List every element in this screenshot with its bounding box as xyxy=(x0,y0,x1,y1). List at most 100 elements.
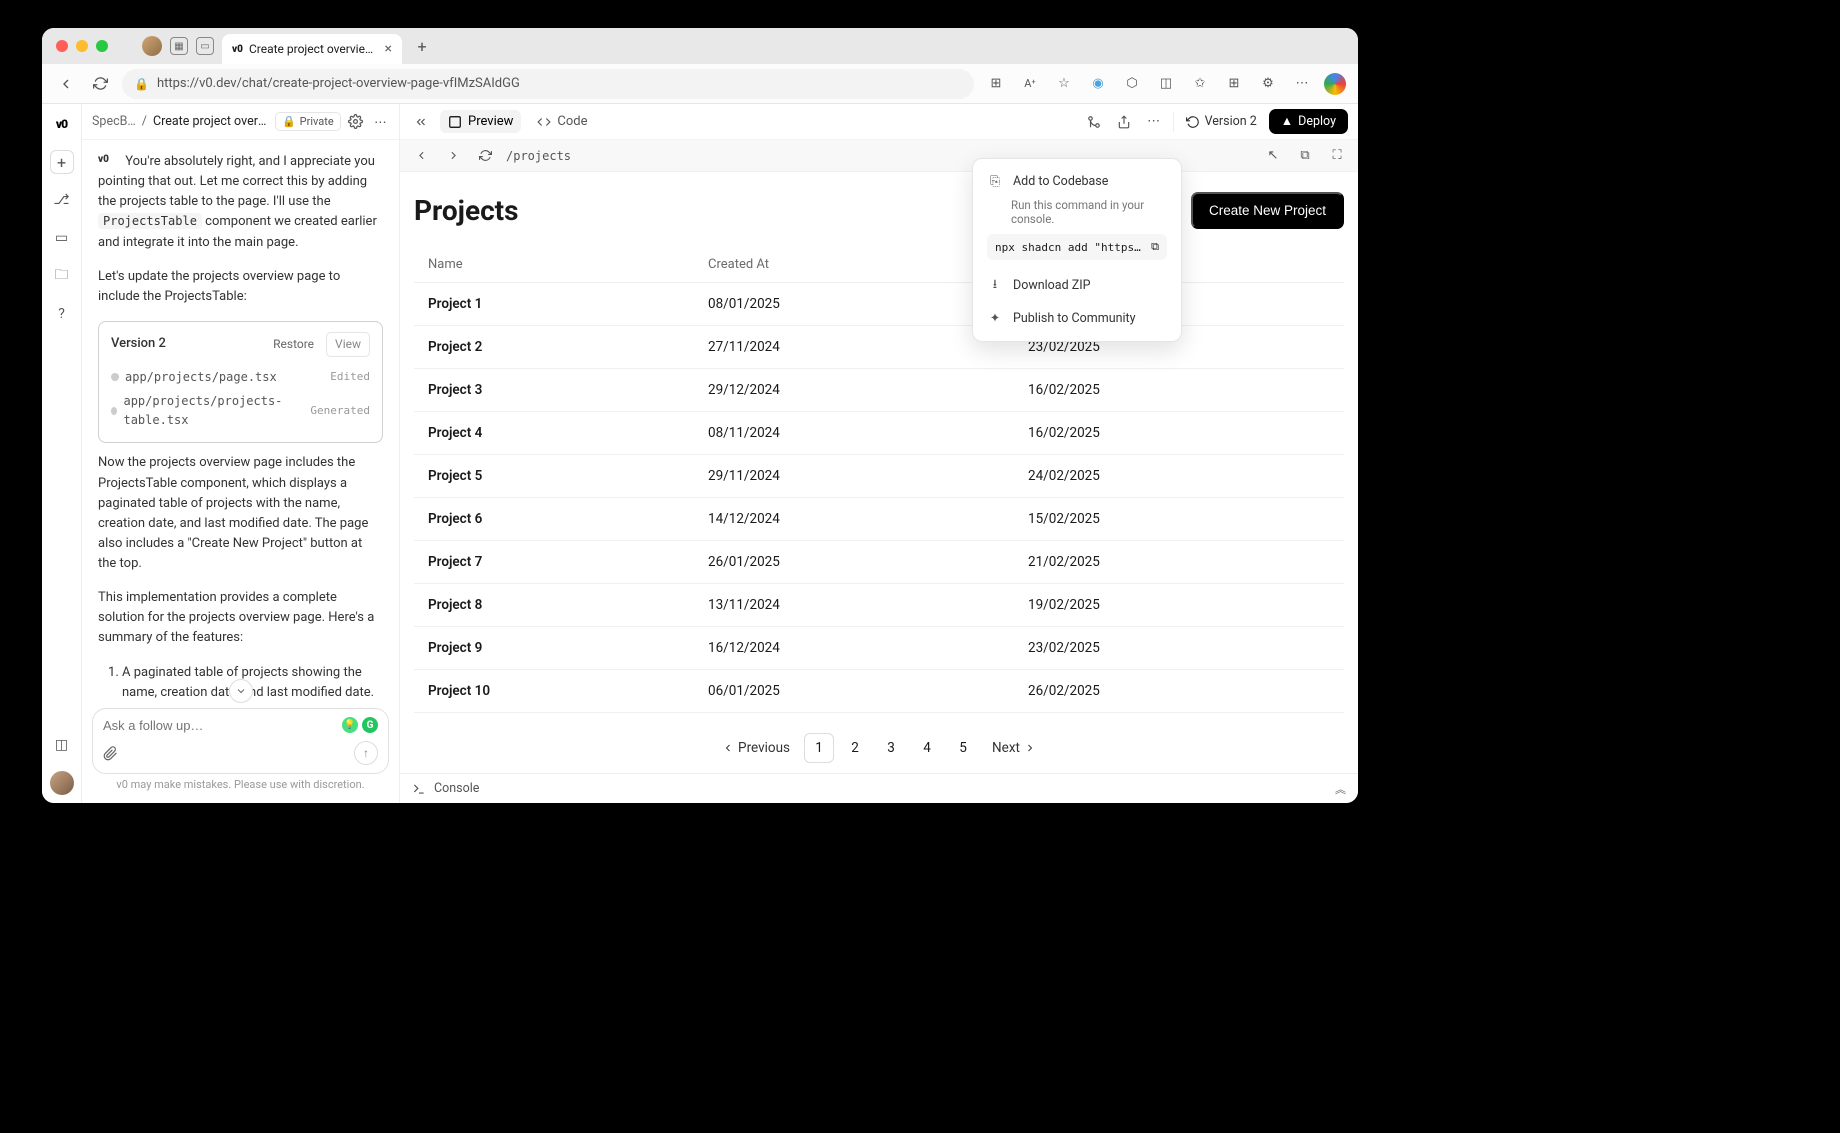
book-icon[interactable]: ▭ xyxy=(50,226,74,250)
page-number-2[interactable]: 2 xyxy=(840,733,870,763)
sidebar-toggle-icon[interactable]: ◫ xyxy=(50,733,74,757)
browser-tab-active[interactable]: v0 Create project overview page · × xyxy=(222,34,402,64)
more-icon[interactable]: ⋯ xyxy=(1290,72,1314,96)
table-row[interactable]: Project 916/12/202423/02/2025 xyxy=(414,627,1344,670)
settings-icon[interactable] xyxy=(347,111,364,133)
table-header: Name Created At xyxy=(414,247,1344,283)
favorites-icon[interactable]: ✩ xyxy=(1188,72,1212,96)
table-row[interactable]: Project 813/11/202419/02/2025 xyxy=(414,584,1344,627)
preview-forward-icon[interactable] xyxy=(442,145,464,167)
profile-avatar[interactable] xyxy=(142,36,162,56)
table-row[interactable]: Project 108/01/202523/02/2025 xyxy=(414,283,1344,326)
breadcrumb-root[interactable]: SpecB… xyxy=(92,114,136,129)
grammarly-icon[interactable]: G xyxy=(362,717,378,733)
version-file[interactable]: app/projects/projects-table.tsxGenerated xyxy=(111,389,370,432)
table-row[interactable]: Project 726/01/202521/02/2025 xyxy=(414,541,1344,584)
assistant-message: Let's update the projects overview page … xyxy=(98,267,383,307)
close-window-button[interactable] xyxy=(56,40,68,52)
share-icon[interactable] xyxy=(1113,111,1135,133)
next-button[interactable]: Next xyxy=(984,736,1044,760)
minimize-window-button[interactable] xyxy=(76,40,88,52)
page-number-4[interactable]: 4 xyxy=(912,733,942,763)
publish-item[interactable]: ✦ Publish to Community xyxy=(973,303,1181,333)
preview-path[interactable]: /projects xyxy=(506,149,571,163)
page-number-1[interactable]: 1 xyxy=(804,733,834,763)
extensions-icon[interactable]: ⬡ xyxy=(1120,72,1144,96)
feature-item: A paginated table of projects showing th… xyxy=(122,663,383,700)
preview-tab[interactable]: Preview xyxy=(440,110,521,133)
v0-logo[interactable]: v0 xyxy=(50,112,74,136)
code-tab[interactable]: Code xyxy=(529,110,595,133)
previous-button[interactable]: Previous xyxy=(714,736,798,760)
version-file[interactable]: app/projects/page.tsxEdited xyxy=(111,365,370,390)
favorite-icon[interactable]: ☆ xyxy=(1052,72,1076,96)
deploy-button[interactable]: ▲ Deploy xyxy=(1269,109,1348,134)
console-bar[interactable]: Console ︽ xyxy=(400,773,1358,803)
command-snippet[interactable]: npx shadcn add "https://… ⧉ xyxy=(987,234,1167,260)
add-to-codebase-item[interactable]: ⎘ Add to Codebase xyxy=(973,167,1181,196)
user-avatar[interactable] xyxy=(50,771,74,795)
maximize-window-button[interactable] xyxy=(96,40,108,52)
branches-icon[interactable]: ⎇ xyxy=(50,188,74,212)
chat-header: SpecB… / Create project overview p… 🔒 Pr… xyxy=(82,104,399,140)
download-zip-item[interactable]: ⭳ Download ZIP xyxy=(973,268,1181,303)
console-label: Console xyxy=(434,781,479,796)
table-row[interactable]: Project 329/12/202416/02/2025 xyxy=(414,369,1344,412)
send-button[interactable]: ↑ xyxy=(354,741,378,765)
table-row[interactable]: Project 408/11/202416/02/2025 xyxy=(414,412,1344,455)
split-screen-icon[interactable]: ◫ xyxy=(1154,72,1178,96)
collections-icon[interactable]: ⊞ xyxy=(1222,72,1246,96)
table-row[interactable]: Project 1006/01/202526/02/2025 xyxy=(414,670,1344,713)
assistant-message: Now the projects overview page includes … xyxy=(98,453,383,574)
close-tab-button[interactable]: × xyxy=(385,41,392,57)
text-size-icon[interactable]: A⁺ xyxy=(1018,72,1042,96)
fullscreen-icon[interactable]: ⛶ xyxy=(1326,145,1348,167)
cursor-icon[interactable]: ↖ xyxy=(1262,145,1284,167)
open-external-icon[interactable]: ⧉ xyxy=(1294,145,1316,167)
refresh-button[interactable] xyxy=(88,72,112,96)
new-chat-button[interactable]: + xyxy=(50,150,74,174)
suggestion-icon[interactable]: 💡 xyxy=(342,717,358,733)
restore-button[interactable]: Restore xyxy=(267,333,320,356)
attach-icon[interactable] xyxy=(103,746,118,761)
collapse-icon[interactable] xyxy=(410,111,432,133)
copy-icon[interactable]: ⧉ xyxy=(1151,240,1159,254)
help-icon[interactable]: ? xyxy=(50,302,74,326)
more-icon[interactable]: ⋯ xyxy=(372,111,389,133)
preview-content[interactable]: Projects Create New Project Name Created… xyxy=(400,172,1358,773)
version-selector[interactable]: Version 2 xyxy=(1182,111,1261,132)
folder-icon[interactable]: 🗀 xyxy=(50,264,74,288)
new-tab-button[interactable]: + xyxy=(410,34,434,58)
preview-back-icon[interactable] xyxy=(410,145,432,167)
table-row[interactable]: Project 227/11/202423/02/2025 xyxy=(414,326,1344,369)
browser-tab-strip: ▦ ▭ v0 Create project overview page · × … xyxy=(42,28,1358,64)
tab-overview-icon[interactable]: ▭ xyxy=(196,37,214,55)
copilot-icon[interactable] xyxy=(1324,73,1346,95)
chat-panel: SpecB… / Create project overview p… 🔒 Pr… xyxy=(82,104,400,803)
tracking-icon[interactable]: ◉ xyxy=(1086,72,1110,96)
url-field[interactable]: 🔒 https://v0.dev/chat/create-project-ove… xyxy=(122,69,974,99)
community-icon: ✦ xyxy=(987,310,1003,326)
page-number-3[interactable]: 3 xyxy=(876,733,906,763)
expand-console-icon[interactable]: ︽ xyxy=(1335,781,1346,797)
page-number-5[interactable]: 5 xyxy=(948,733,978,763)
private-badge[interactable]: 🔒 Private xyxy=(275,112,341,131)
preview-refresh-icon[interactable] xyxy=(474,145,496,167)
preview-panel: Preview Code ⋯ Version 2 xyxy=(400,104,1358,803)
address-bar: 🔒 https://v0.dev/chat/create-project-ove… xyxy=(42,64,1358,104)
view-button[interactable]: View xyxy=(326,332,370,357)
table-row[interactable]: Project 614/12/202415/02/2025 xyxy=(414,498,1344,541)
app-install-icon[interactable]: ⊞ xyxy=(984,72,1008,96)
workspaces-icon[interactable]: ▦ xyxy=(170,37,188,55)
chat-messages[interactable]: v0 You're absolutely right, and I apprec… xyxy=(82,140,399,700)
table-row[interactable]: Project 529/11/202424/02/2025 xyxy=(414,455,1344,498)
ext-puzzle-icon[interactable]: ⚙ xyxy=(1256,72,1280,96)
inline-code: ProjectsTable xyxy=(98,213,202,229)
back-button[interactable] xyxy=(54,72,78,96)
more-icon[interactable]: ⋯ xyxy=(1143,111,1165,133)
scroll-down-button[interactable] xyxy=(229,679,253,703)
breadcrumb-page[interactable]: Create project overview p… xyxy=(153,114,269,129)
create-project-button[interactable]: Create New Project xyxy=(1191,192,1344,229)
fork-icon[interactable] xyxy=(1083,111,1105,133)
chat-input[interactable] xyxy=(103,718,342,733)
